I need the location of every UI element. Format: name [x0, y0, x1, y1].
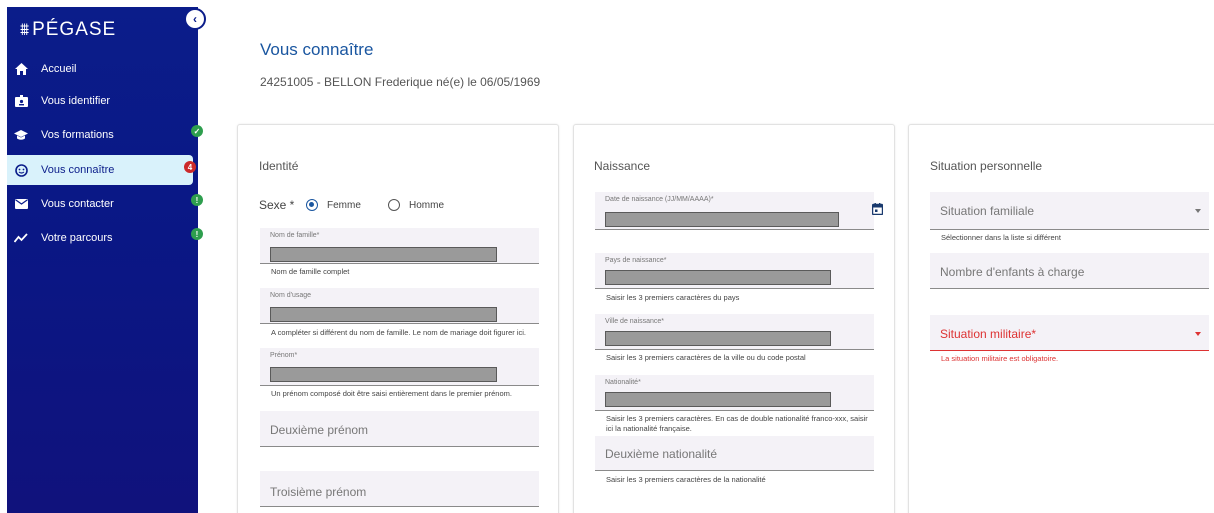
naissance-card: Naissance Date de naissance (JJ/MM/AAAA)…: [573, 124, 895, 513]
trend-icon: [14, 231, 28, 245]
sidebar-item-vos-formations[interactable]: Vos formations ✓: [7, 120, 203, 150]
field-label: Ville de naissance*: [605, 318, 665, 325]
deuxieme-nationalite-field[interactable]: Deuxième nationalité: [595, 436, 874, 471]
field-placeholder: Deuxième prénom: [270, 423, 369, 437]
sidebar-item-accueil[interactable]: Accueil: [7, 54, 198, 84]
field-hint: Saisir les 3 premiers caractères du pays: [606, 293, 740, 302]
field-placeholder: Situation militaire*: [940, 327, 1037, 341]
id-card-icon: [14, 94, 28, 108]
chevron-left-icon: ‹: [193, 12, 197, 26]
app-logo[interactable]: ⩩ PÉGASE: [20, 19, 116, 41]
nom-usage-field[interactable]: Nom d'usage: [260, 288, 539, 324]
pays-naissance-field[interactable]: Pays de naissance*: [595, 253, 874, 289]
deuxieme-prenom-field[interactable]: Deuxième prénom: [260, 411, 539, 447]
card-title: Naissance: [594, 159, 651, 173]
redacted-value: [270, 307, 497, 322]
field-label: Nationalité*: [605, 379, 641, 386]
field-label: Prénom*: [270, 352, 298, 359]
field-label: Pays de naissance*: [605, 257, 667, 264]
sidebar-item-label: Vous identifier: [41, 95, 111, 107]
field-label: Date de naissance (JJ/MM/AAAA)*: [605, 196, 714, 203]
prenom-field[interactable]: Prénom*: [260, 348, 539, 386]
field-label: Nom d'usage: [270, 292, 312, 299]
field-hint: Un prénom composé doit être saisi entièr…: [271, 389, 512, 398]
sexe-label: Sexe *: [259, 198, 295, 212]
card-title: Identité: [259, 159, 299, 173]
field-placeholder: Nombre d'enfants à charge: [940, 265, 1085, 279]
nationalite-field[interactable]: Nationalité*: [595, 375, 874, 411]
calendar-button[interactable]: [866, 198, 888, 220]
sidebar-item-label: Votre parcours: [41, 232, 113, 244]
logo-text: PÉGASE: [32, 19, 117, 40]
sidebar-item-vous-connaitre[interactable]: Vous connaître 4: [7, 155, 196, 185]
home-icon: [14, 62, 28, 76]
redacted-value: [605, 392, 831, 407]
status-badge-count: 4: [184, 161, 196, 173]
status-badge-check: ✓: [191, 125, 203, 137]
field-label: Nom de famille*: [270, 232, 320, 239]
pegase-logo-icon: ⩩: [20, 20, 31, 39]
sidebar-item-vous-identifier[interactable]: Vous identifier: [7, 86, 198, 116]
sidebar: ⩩ PÉGASE Accueil Vous identifier Vos for…: [7, 7, 203, 513]
redacted-value: [270, 247, 497, 262]
sidebar-item-votre-parcours[interactable]: Votre parcours !: [7, 223, 203, 253]
field-hint: Saisir les 3 premiers caractères. En cas…: [606, 414, 868, 434]
field-hint: Sélectionner dans la liste si différent: [941, 233, 1061, 242]
status-badge-warning: !: [191, 194, 203, 206]
field-hint: A compléter si différent du nom de famil…: [271, 328, 526, 337]
graduation-cap-icon: [14, 128, 28, 142]
student-identity: 24251005 - BELLON Frederique né(e) le 06…: [260, 75, 541, 89]
sidebar-item-label: Accueil: [41, 63, 77, 75]
face-icon: [14, 163, 28, 177]
field-placeholder: Deuxième nationalité: [605, 447, 718, 461]
date-naissance-field[interactable]: Date de naissance (JJ/MM/AAAA)*: [595, 192, 883, 230]
status-badge-warning: !: [191, 228, 203, 240]
redacted-value: [605, 212, 839, 227]
field-placeholder: Troisième prénom: [270, 485, 367, 499]
situation-familiale-select[interactable]: Situation familiale: [930, 192, 1209, 230]
card-title: Situation personnelle: [930, 159, 1043, 173]
page-title: Vous connaître: [260, 40, 374, 59]
situation-militaire-select[interactable]: Situation militaire*: [930, 315, 1209, 351]
sidebar-item-label: Vous contacter: [41, 198, 114, 210]
redacted-value: [605, 331, 831, 346]
collapse-sidebar-button[interactable]: ‹: [184, 8, 206, 30]
field-hint: Saisir les 3 premiers caractères de la n…: [606, 475, 766, 484]
field-placeholder: Situation familiale: [940, 204, 1035, 218]
troisieme-prenom-field[interactable]: Troisième prénom: [260, 471, 539, 507]
calendar-icon: [871, 203, 883, 215]
identite-card: Identité Sexe * Femme Homme Nom de famil…: [237, 124, 559, 513]
nom-famille-field[interactable]: Nom de famille*: [260, 228, 539, 264]
nombre-enfants-field[interactable]: Nombre d'enfants à charge: [930, 253, 1209, 289]
mail-icon: [14, 197, 28, 211]
chevron-down-icon: [1195, 209, 1201, 213]
field-hint: Nom de famille complet: [271, 267, 350, 276]
sidebar-item-label: Vous connaître: [41, 164, 115, 176]
ville-naissance-field[interactable]: Ville de naissance*: [595, 314, 874, 350]
sidebar-item-label: Vos formations: [41, 129, 114, 141]
radio-homme-label: Homme: [409, 200, 445, 211]
radio-femme[interactable]: [306, 199, 318, 211]
sidebar-item-vous-contacter[interactable]: Vous contacter !: [7, 189, 203, 219]
redacted-value: [270, 367, 497, 382]
error-message: La situation militaire est obligatoire.: [941, 354, 1059, 363]
radio-femme-label: Femme: [327, 200, 361, 211]
radio-homme[interactable]: [388, 199, 400, 211]
redacted-value: [605, 270, 831, 285]
chevron-down-icon: [1195, 332, 1201, 336]
situation-card: Situation personnelle Situation familial…: [908, 124, 1214, 513]
field-hint: Saisir les 3 premiers caractères de la v…: [606, 353, 806, 362]
